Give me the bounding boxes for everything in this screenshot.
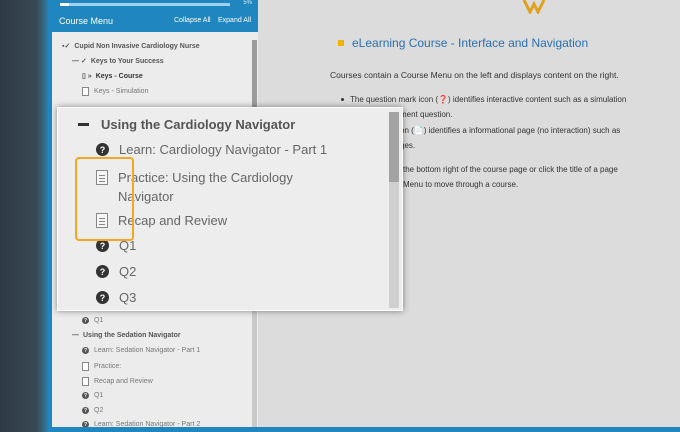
menu-item-sedation-section[interactable]: — Using the Sedation Navigator: [72, 332, 181, 339]
menu-item-keys-simulation[interactable]: Keys - Simulation: [82, 87, 148, 96]
menu-item-keys-section[interactable]: — ✓ Keys to Your Success: [72, 57, 164, 66]
menu-item-label: Keys to Your Success: [90, 57, 164, 65]
heading-bullet-icon: [338, 40, 344, 46]
question-icon: ?: [82, 407, 89, 414]
collapse-icon: [78, 123, 89, 126]
question-icon: ?: [82, 347, 89, 354]
progress-label: 5%: [243, 0, 252, 6]
zoom-item-q2[interactable]: ? Q2: [96, 264, 136, 279]
book-icon: ▪✓: [62, 43, 71, 50]
zoom-item-label: Learn: Cardiology Navigator - Part 1: [119, 142, 328, 157]
bullet-3-line-2: Menu to move through a course.: [403, 180, 519, 189]
bullet-icon: [341, 98, 344, 101]
menu-item-label: Recap and Review: [94, 378, 153, 385]
page-icon: [82, 87, 89, 96]
course-menu-title: Course Menu: [59, 16, 114, 26]
bullet-3-line-1: the bottom right of the course page or c…: [403, 165, 618, 174]
menu-item-label: Keys - Course: [95, 72, 143, 80]
menu-item-label: Using the Sedation Navigator: [83, 332, 181, 339]
menu-item-label: Learn: Sedation Navigator - Part 1: [94, 347, 201, 354]
zoom-item-label-line-1: Practice: Using the Cardiology: [118, 170, 293, 185]
zoom-item-label: Q2: [119, 264, 137, 279]
document-icon: [82, 362, 89, 371]
callout-scrollbar-thumb[interactable]: [389, 112, 399, 182]
menu-item-label: Q2: [94, 407, 104, 414]
question-icon: ?: [96, 265, 109, 278]
zoom-item-label: Recap and Review: [118, 213, 228, 228]
menu-item-label: Q1: [94, 317, 104, 324]
progress-track: [60, 3, 230, 6]
menu-item-label: Cupid Non Invasive Cardiology Nurse: [74, 42, 200, 50]
menu-item-course-root[interactable]: ▪✓ Cupid Non Invasive Cardiology Nurse: [62, 42, 200, 51]
menu-item-q1[interactable]: ? Q1: [82, 317, 103, 324]
question-icon: ?: [96, 291, 109, 304]
logo-icon: [522, 0, 546, 14]
collapse-icon: — ✓: [72, 58, 87, 65]
menu-item-label: Q1: [94, 392, 104, 399]
zoom-section-cardiology[interactable]: Using the Cardiology Navigator: [78, 117, 295, 132]
zoom-item-learn-cardiology[interactable]: ? Learn: Cardiology Navigator - Part 1: [96, 142, 327, 157]
menu-item-learn-sedation-1[interactable]: ? Learn: Sedation Navigator - Part 1: [82, 347, 200, 354]
page-icon: ▯ »: [82, 73, 92, 80]
menu-item-q1-sedation[interactable]: ? Q1: [82, 392, 103, 399]
expand-all-link[interactable]: Expand All: [218, 17, 251, 24]
zoom-item-q3[interactable]: ? Q3: [96, 290, 136, 305]
zoom-item-label: Q3: [119, 290, 137, 305]
document-icon: [82, 377, 89, 386]
menu-item-practice[interactable]: Practice:: [82, 362, 121, 371]
question-icon: ?: [96, 143, 109, 156]
bullet-1-line-1: The question mark icon (❓) identifies in…: [350, 95, 627, 104]
zoom-section-label: Using the Cardiology Navigator: [101, 117, 296, 132]
bullet-2-line-1: on (📄) identifies a informational page (…: [400, 126, 621, 135]
collapse-icon: —: [72, 332, 79, 339]
window-frame: [0, 0, 52, 432]
highlight-annotation: [75, 157, 134, 241]
bullet-1-line-2: ment question.: [400, 110, 453, 119]
question-icon: ?: [82, 317, 89, 324]
menu-item-q2-sedation[interactable]: ? Q2: [82, 407, 103, 414]
collapse-all-link[interactable]: Collapse All: [174, 17, 211, 24]
progress-fill: [60, 3, 69, 6]
bottom-bar: [52, 427, 680, 432]
menu-item-label: Practice:: [94, 363, 122, 370]
question-icon: ?: [82, 392, 89, 399]
menu-item-keys-course[interactable]: ▯ » Keys - Course: [82, 72, 143, 81]
course-menu-header: Course Menu Collapse All Expand All: [52, 10, 258, 32]
menu-item-recap[interactable]: Recap and Review: [82, 377, 153, 386]
menu-item-label: Keys - Simulation: [94, 88, 149, 95]
content-heading: eLearning Course - Interface and Navigat…: [352, 36, 589, 50]
content-intro: Courses contain a Course Menu on the lef…: [330, 70, 619, 80]
progress-bar: 5%: [52, 0, 258, 10]
callout-scrollbar[interactable]: [389, 112, 399, 308]
